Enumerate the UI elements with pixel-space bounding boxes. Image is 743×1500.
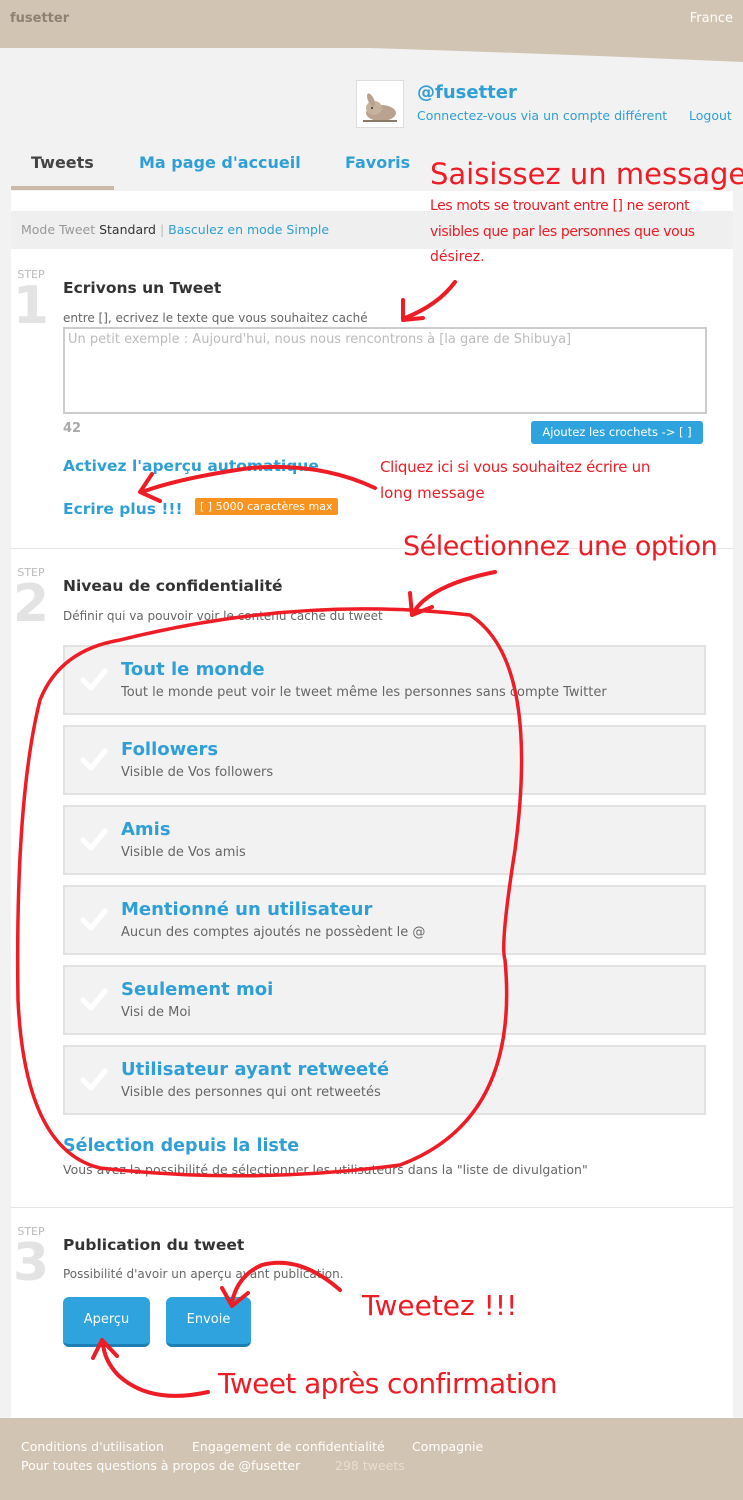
annotation-enter-message-detail-2: visibles que par les personnes que vous (430, 224, 695, 240)
option-description: Visible de Vos amis (121, 845, 246, 860)
brand-logo[interactable]: fusetter (10, 11, 69, 26)
divider (11, 1207, 733, 1208)
logout-link[interactable]: Logout (689, 108, 732, 123)
option-title: Followers (121, 739, 219, 760)
preview-button[interactable]: Aperçu (63, 1297, 150, 1347)
option-title: Utilisateur ayant retweeté (121, 1059, 390, 1080)
annotation-enter-message: Saisissez un message (430, 157, 743, 191)
tweet-textarea[interactable]: Un petit exemple : Aujourd'hui, nous nou… (63, 327, 707, 414)
privacy-option-mentioned[interactable]: Mentionné un utilisateur Aucun des compt… (63, 885, 706, 955)
privacy-option-everyone[interactable]: Tout le monde Tout le monde peut voir le… (63, 645, 706, 715)
step-2-hint: Définir qui va pouvoir voir le contenu c… (63, 609, 383, 623)
tweet-placeholder: Un petit exemple : Aujourd'hui, nous nou… (68, 332, 572, 347)
step-number: 3 (12, 1233, 50, 1293)
annotation-long-message-1: Cliquez ici si vous souhaitez écrire un (380, 458, 651, 476)
header-wave (0, 40, 743, 62)
check-icon (80, 748, 108, 771)
annotation-enter-message-detail-1: Les mots se trouvant entre [] ne seront (430, 198, 690, 214)
tab-favorites[interactable]: Favoris (345, 153, 410, 172)
option-description: Tout le monde peut voir le tweet même le… (121, 685, 607, 700)
write-more-link[interactable]: Ecrire plus !!! (63, 500, 183, 518)
add-brackets-button[interactable]: Ajoutez les crochets -> [ ] (531, 421, 703, 444)
option-description: Aucun des comptes ajoutés ne possèdent l… (121, 925, 426, 940)
select-from-list-hint: Vous avez la possibilité de sélectionner… (63, 1162, 588, 1177)
terms-link[interactable]: Conditions d'utilisation (21, 1439, 164, 1454)
privacy-option-followers[interactable]: Followers Visible de Vos followers (63, 725, 706, 795)
check-icon (80, 1068, 108, 1091)
mode-separator: | (159, 222, 165, 237)
contact-link[interactable]: Pour toutes questions à propos de @fuset… (21, 1458, 300, 1473)
step-3-hint: Possibilité d'avoir un aperçu avant publ… (63, 1267, 344, 1281)
step-2-title: Niveau de confidentialité (63, 577, 283, 595)
tab-home[interactable]: Ma page d'accueil (139, 153, 301, 172)
avatar[interactable] (356, 80, 404, 128)
annotation-long-message-2: long message (380, 484, 485, 502)
option-description: Visible de Vos followers (121, 765, 274, 780)
annotation-tweet-now: Tweetez !!! (362, 1289, 518, 1322)
mode-current: Standard (99, 222, 156, 237)
company-link[interactable]: Compagnie (412, 1439, 483, 1454)
language-selector[interactable]: France (690, 11, 733, 26)
option-title: Amis (121, 819, 171, 840)
check-icon (80, 668, 108, 691)
footer: Conditions d'utilisation Engagement de c… (0, 1418, 743, 1500)
step-3-title: Publication du tweet (63, 1236, 245, 1254)
annotation-enter-message-detail-3: désirez. (430, 249, 485, 265)
select-from-list-link[interactable]: Sélection depuis la liste (63, 1136, 299, 1156)
privacy-link[interactable]: Engagement de confidentialité (192, 1439, 385, 1454)
option-description: Visible des personnes qui ont retweetés (121, 1085, 381, 1100)
option-title: Tout le monde (121, 659, 265, 680)
mode-label: Mode Tweet Standard | Basculez en mode S… (21, 222, 329, 237)
step-1-hint: entre [], ecrivez le texte que vous souh… (63, 311, 368, 325)
active-tab-indicator (11, 186, 114, 190)
check-icon (80, 908, 108, 931)
check-icon (80, 988, 108, 1011)
step-3-marker: STEP 3 (11, 1225, 51, 1293)
tweet-count: 298 tweets (335, 1458, 405, 1473)
privacy-option-only-me[interactable]: Seulement moi Visi de Moi (63, 965, 706, 1035)
max-chars-badge: [ ] 5000 caractères max (195, 498, 338, 515)
char-count: 42 (63, 421, 82, 436)
option-description: Visi de Moi (121, 1005, 191, 1020)
user-handle[interactable]: @fusetter (417, 82, 517, 103)
rabbit-avatar-icon (363, 93, 397, 122)
step-2-marker: STEP 2 (11, 566, 51, 634)
auto-preview-link[interactable]: Activez l'aperçu automatique (63, 457, 319, 475)
option-title: Seulement moi (121, 979, 274, 1000)
privacy-option-retweeted[interactable]: Utilisateur ayant retweeté Visible des p… (63, 1045, 706, 1115)
option-title: Mentionné un utilisateur (121, 899, 373, 920)
tab-tweets[interactable]: Tweets (31, 153, 94, 172)
annotation-tweet-after-confirm: Tweet après confirmation (218, 1367, 557, 1400)
switch-account-link[interactable]: Connectez-vous via un compte différent (417, 108, 667, 123)
step-1-title: Ecrivons un Tweet (63, 279, 222, 297)
annotation-select-option: Sélectionnez une option (403, 531, 718, 562)
step-1-marker: STEP 1 (11, 268, 51, 336)
step-number: 2 (12, 574, 50, 634)
mode-title: Mode Tweet (21, 222, 96, 237)
check-icon (80, 828, 108, 851)
switch-mode-link[interactable]: Basculez en mode Simple (168, 222, 329, 237)
privacy-option-friends[interactable]: Amis Visible de Vos amis (63, 805, 706, 875)
send-button[interactable]: Envoie (166, 1297, 251, 1347)
step-number: 1 (12, 276, 50, 336)
